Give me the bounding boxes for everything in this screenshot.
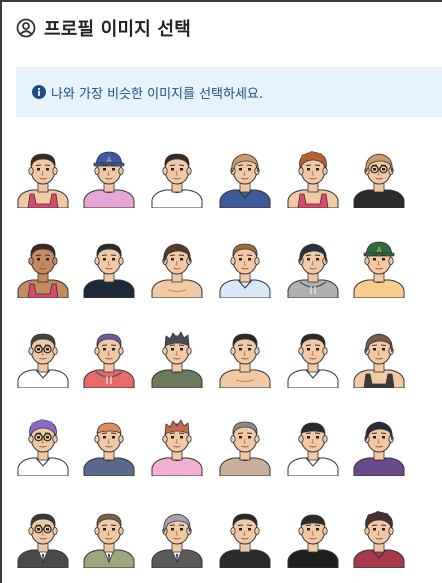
- avatar-portrait-icon: [353, 511, 405, 568]
- avatar-portrait-icon: [219, 243, 271, 298]
- avatar-portrait-icon: [17, 243, 69, 298]
- avatar-option[interactable]: A: [80, 146, 138, 208]
- avatar-option[interactable]: [14, 236, 72, 298]
- avatar-option[interactable]: [216, 326, 274, 388]
- avatar-portrait-icon: [83, 333, 135, 388]
- avatar-portrait-icon: [353, 421, 405, 476]
- avatar-option[interactable]: [216, 414, 274, 476]
- avatar-portrait-icon: [151, 419, 203, 476]
- avatar-portrait-icon: [353, 153, 405, 208]
- avatar-option[interactable]: [80, 326, 138, 388]
- avatar-option[interactable]: [148, 414, 206, 476]
- avatar-option[interactable]: [80, 506, 138, 568]
- avatar-portrait-icon: A: [353, 241, 405, 298]
- avatar-option[interactable]: [350, 414, 408, 476]
- svg-text:A: A: [377, 246, 382, 254]
- avatar-option[interactable]: [148, 236, 206, 298]
- avatar-option[interactable]: A: [350, 236, 408, 298]
- avatar-option[interactable]: [14, 506, 72, 568]
- avatar-option[interactable]: [284, 414, 342, 476]
- avatar-portrait-icon: [287, 333, 339, 388]
- avatar-grid: A A: [0, 0, 442, 583]
- avatar-option[interactable]: [14, 326, 72, 388]
- avatar-option[interactable]: [80, 236, 138, 298]
- avatar-option[interactable]: [14, 414, 72, 476]
- avatar-option[interactable]: [148, 506, 206, 568]
- avatar-option[interactable]: [350, 326, 408, 388]
- avatar-portrait-icon: [83, 243, 135, 298]
- avatar-portrait-icon: [151, 153, 203, 208]
- avatar-option[interactable]: [284, 326, 342, 388]
- avatar-portrait-icon: [151, 513, 203, 568]
- avatar-portrait-icon: [287, 151, 339, 208]
- avatar-option[interactable]: [216, 236, 274, 298]
- avatar-option[interactable]: [216, 146, 274, 208]
- avatar-portrait-icon: [17, 153, 69, 208]
- avatar-option[interactable]: [148, 146, 206, 208]
- avatar-portrait-icon: [219, 153, 271, 208]
- avatar-option[interactable]: [350, 146, 408, 208]
- avatar-portrait-icon: [287, 243, 339, 298]
- avatar-option[interactable]: [216, 506, 274, 568]
- avatar-portrait-icon: [219, 333, 271, 388]
- avatar-option[interactable]: [350, 506, 408, 568]
- avatar-option[interactable]: [14, 146, 72, 208]
- avatar-option[interactable]: [284, 146, 342, 208]
- avatar-portrait-icon: [287, 422, 339, 476]
- avatar-portrait-icon: [17, 333, 69, 388]
- svg-text:A: A: [107, 156, 112, 164]
- avatar-option[interactable]: [284, 236, 342, 298]
- avatar-portrait-icon: [83, 513, 135, 568]
- avatar-portrait-icon: [83, 422, 135, 476]
- avatar-portrait-icon: [219, 513, 271, 568]
- avatar-portrait-icon: [17, 513, 69, 568]
- avatar-portrait-icon: A: [83, 151, 135, 208]
- avatar-option[interactable]: [80, 414, 138, 476]
- avatar-portrait-icon: [151, 243, 203, 298]
- avatar-portrait-icon: [151, 331, 203, 388]
- avatar-portrait-icon: [219, 421, 271, 476]
- avatar-option[interactable]: [284, 506, 342, 568]
- avatar-portrait-icon: [287, 514, 339, 568]
- avatar-portrait-icon: [353, 333, 405, 388]
- avatar-portrait-icon: [17, 419, 69, 476]
- avatar-option[interactable]: [148, 326, 206, 388]
